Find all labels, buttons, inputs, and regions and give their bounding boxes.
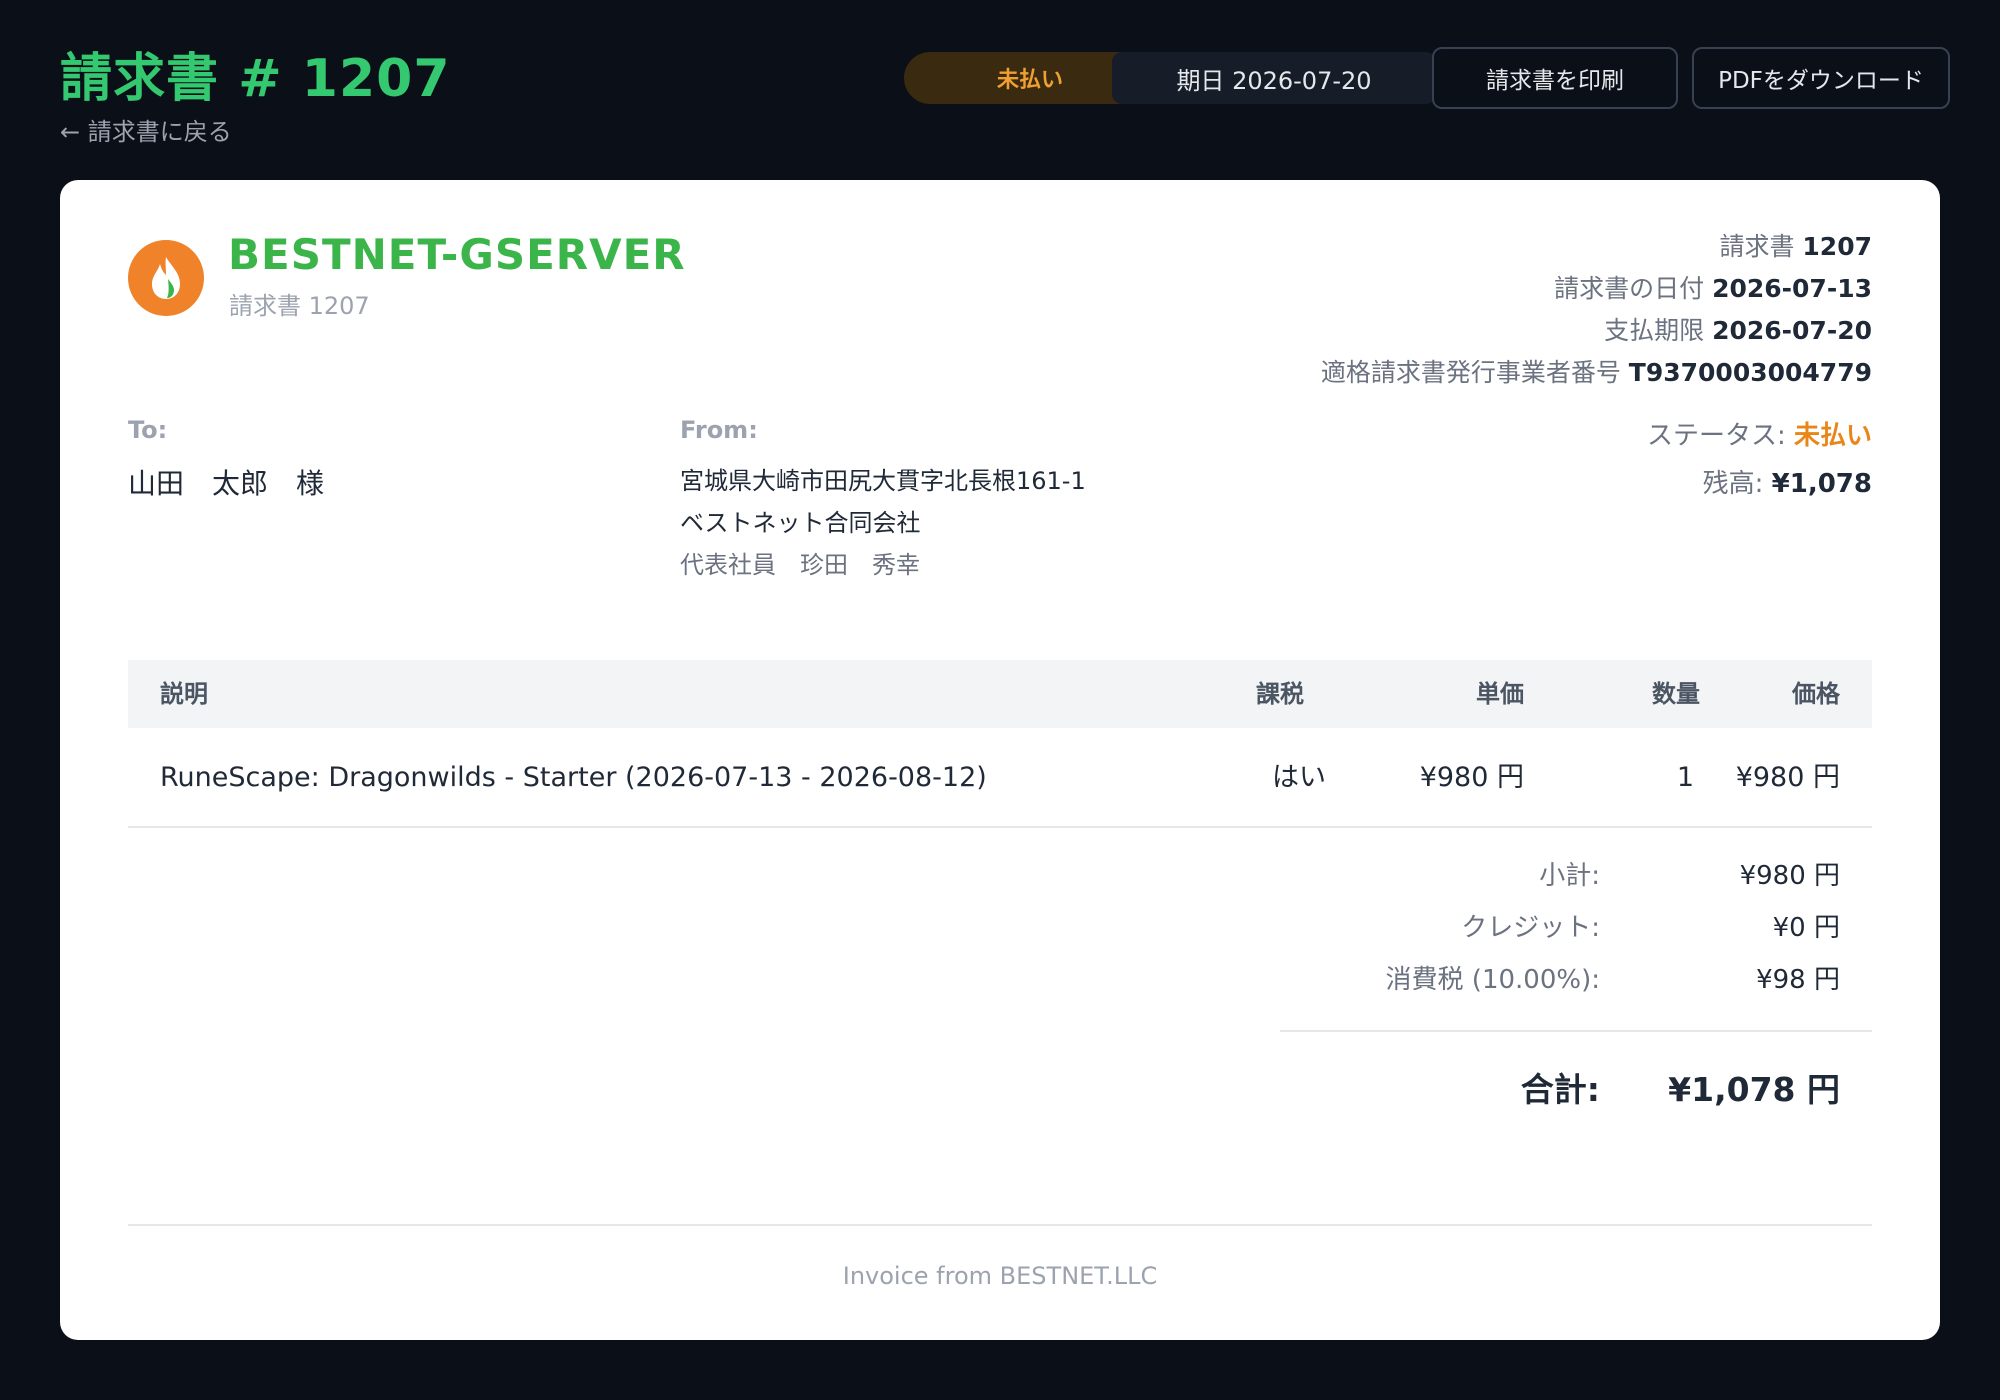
meta-invoice-date: 請求書の日付 2026-07-13 [1554, 274, 1872, 303]
row-taxed: はい [1272, 762, 1326, 793]
company-logo [128, 240, 204, 316]
col-quantity: 数量 [1652, 680, 1700, 708]
tax-row: 消費税 (10.00%): ¥98 円 [1280, 954, 1872, 1006]
back-to-invoices-link[interactable]: ← 請求書に戻る [60, 112, 232, 147]
meta-invoice-number: 請求書 1207 [1719, 232, 1872, 261]
recipient-name: 山田 太郎 様 [128, 467, 325, 500]
meta-registration-number: 適格請求書発行事業者番号 T9370003004779 [1320, 358, 1872, 387]
row-unit-price: ¥980 円 [1419, 762, 1524, 793]
download-pdf-button[interactable]: PDFをダウンロード [1692, 47, 1950, 109]
total-row: 合計: ¥1,078 円 [1280, 1050, 1872, 1130]
col-description: 説明 [160, 680, 208, 708]
page-title: 請求書 # 1207 [60, 49, 451, 109]
sender-company: ベストネット合同会社 [680, 509, 921, 537]
status-block: ステータス: 未払い 残高: ¥1,078 [1647, 412, 1872, 508]
company-name: BESTNET-GSERVER [228, 230, 686, 279]
from-label: From: [680, 416, 758, 444]
sender-block: 宮城県大崎市田尻大貫字北長根161-1 ベストネット合同会社 代表社員 珍田 秀… [680, 460, 1086, 586]
page-header: 請求書 # 1207 ← 請求書に戻る 未払い 期日 2026-07-20 請求… [60, 36, 1950, 146]
credit-value: ¥0 円 [1772, 913, 1840, 943]
invoice-footer: Invoice from BESTNET.LLC [842, 1262, 1158, 1290]
total-value: ¥1,078 円 [1668, 1070, 1840, 1109]
footer-divider [128, 1224, 1872, 1226]
row-quantity: 1 [1676, 762, 1694, 793]
col-unit-price: 単価 [1476, 680, 1524, 708]
sender-representative: 代表社員 珍田 秀幸 [680, 551, 920, 579]
tax-value: ¥98 円 [1756, 965, 1840, 995]
col-taxed: 課税 [1256, 680, 1304, 708]
balance-value: ¥1,078 [1771, 469, 1872, 499]
sender-address: 宮城県大崎市田尻大貫字北長根161-1 [680, 467, 1086, 495]
subtotal-value: ¥980 円 [1739, 861, 1840, 891]
status-line: ステータス: 未払い [1646, 421, 1872, 451]
invoice-card: BESTNET-GSERVER 請求書 1207 請求書 1207 請求書の日付… [60, 180, 1940, 1340]
print-invoice-button[interactable]: 請求書を印刷 [1432, 47, 1678, 109]
subtotal-row: 小計: ¥980 円 [1280, 850, 1872, 902]
credit-row: クレジット: ¥0 円 [1280, 902, 1872, 954]
invoice-meta: 請求書 1207 請求書の日付 2026-07-13 支払期限 2026-07-… [1321, 226, 1872, 394]
due-date-badge: 期日 2026-07-20 [1112, 52, 1436, 104]
meta-due-date: 支払期限 2026-07-20 [1604, 316, 1872, 345]
row-description: RuneScape: Dragonwilds - Starter (2026-0… [160, 762, 987, 793]
table-row: RuneScape: Dragonwilds - Starter (2026-0… [128, 728, 1872, 828]
company-subtitle: 請求書 1207 [229, 292, 370, 320]
col-price: 価格 [1792, 680, 1840, 708]
status-value: 未払い [1793, 421, 1872, 451]
totals-divider [1280, 1030, 1872, 1032]
flame-icon [152, 257, 180, 299]
balance-line: 残高: ¥1,078 [1702, 469, 1872, 499]
to-label: To: [128, 416, 168, 444]
items-table-header: 説明 課税 単価 数量 価格 [128, 660, 1872, 728]
row-price: ¥980 円 [1735, 762, 1840, 793]
